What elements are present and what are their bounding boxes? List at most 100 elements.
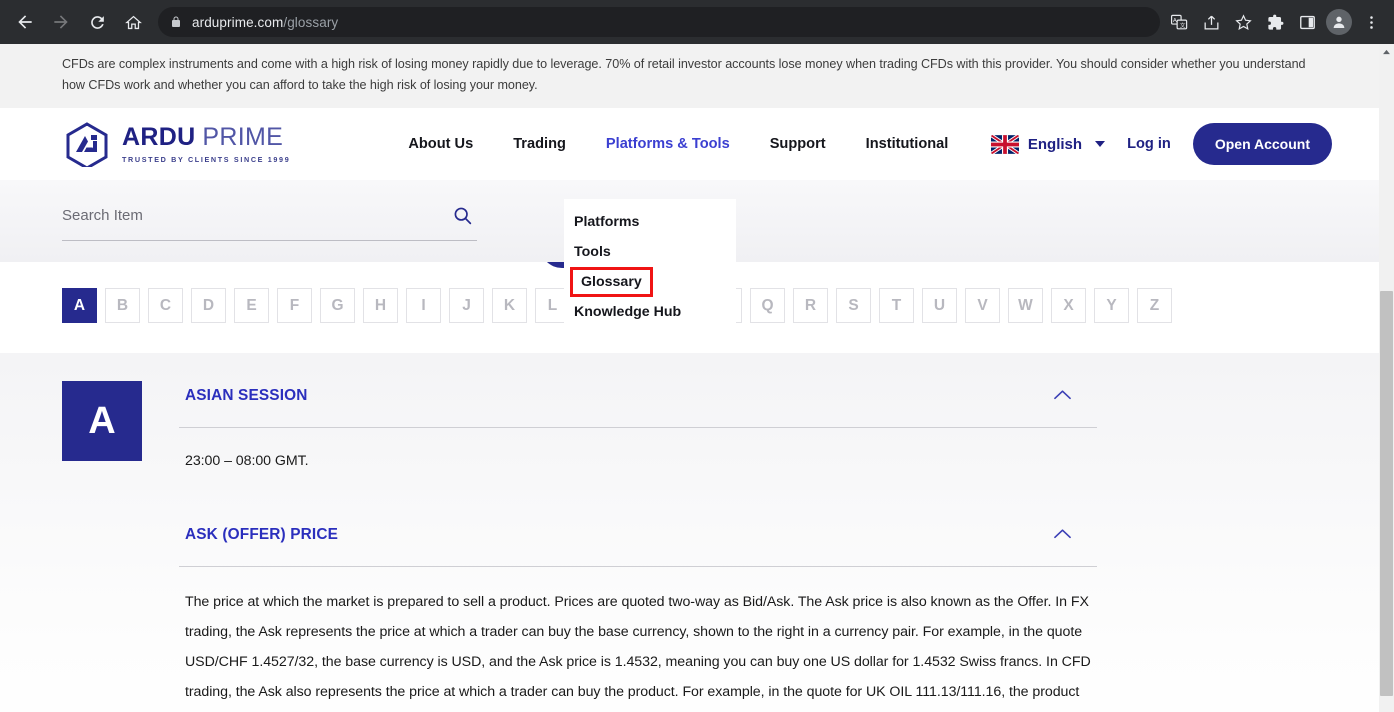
alphabet-cell-u[interactable]: U (922, 288, 957, 323)
back-arrow-icon (18, 15, 32, 29)
dropdown-item-glossary[interactable]: Glossary (570, 267, 653, 297)
home-icon (124, 15, 142, 29)
glossary-definition: 23:00 – 08:00 GMT. (185, 453, 309, 469)
alphabet-cell-y[interactable]: Y (1094, 288, 1129, 323)
dropdown-item-platforms[interactable]: Platforms (564, 207, 736, 237)
forward-arrow-icon (54, 15, 68, 29)
back-button[interactable] (8, 5, 42, 39)
dropdown-item-knowledge-hub[interactable]: Knowledge Hub (564, 297, 736, 327)
reload-icon (90, 15, 104, 29)
search-box (62, 201, 477, 241)
forward-button[interactable] (44, 5, 78, 39)
browser-actions: A 文 (1164, 7, 1386, 37)
language-label: English (1027, 135, 1083, 153)
alphabet-cell-i[interactable]: I (406, 288, 441, 323)
scrollbar-up-arrow[interactable] (1379, 44, 1394, 60)
side-panel-button[interactable] (1292, 7, 1322, 37)
nav-item-about-us[interactable]: About Us (408, 136, 473, 152)
alphabet-cell-x[interactable]: X (1051, 288, 1086, 323)
home-button[interactable] (116, 5, 150, 39)
bookmark-star-icon (1234, 13, 1252, 30)
three-dot-menu-icon (1369, 15, 1373, 29)
nav-item-support[interactable]: Support (770, 136, 826, 152)
browser-nav-buttons (8, 5, 150, 39)
login-link[interactable]: Log in (1127, 136, 1171, 152)
alphabet-cell-k[interactable]: K (492, 288, 527, 323)
translate-button[interactable]: A 文 (1164, 7, 1194, 37)
nav-item-platforms-tools[interactable]: Platforms & Tools (606, 136, 730, 152)
page-viewport: CFDs are complex instruments and come wi… (0, 44, 1394, 712)
accordion-header-asian-session[interactable]: ASIAN SESSION (179, 381, 1097, 428)
nav-item-trading[interactable]: Trading (513, 136, 566, 152)
scrollbar-thumb[interactable] (1380, 291, 1393, 696)
translate-icon: A 文 (1170, 14, 1187, 29)
header-right-actions: English Log in Open Account (990, 123, 1332, 165)
risk-disclaimer: CFDs are complex instruments and come wi… (0, 44, 1380, 108)
accordion-body-ask-offer-price: The price at which the market is prepare… (179, 567, 1097, 712)
logo-tagline: TRUSTED BY CLIENTS SINCE 1999 (122, 154, 291, 164)
glossary-term: ASIAN SESSION (185, 387, 308, 404)
scroll-up-icon (1383, 49, 1390, 55)
chevron-down-icon (1095, 141, 1106, 147)
search-magnifier-icon[interactable] (452, 205, 473, 231)
primary-navigation: About Us Trading Platforms & Tools Suppo… (408, 136, 948, 152)
page-scrollbar[interactable] (1379, 44, 1394, 712)
bookmark-button[interactable] (1228, 7, 1258, 37)
chevron-up-icon[interactable] (1054, 526, 1071, 544)
glossary-definition: The price at which the market is prepare… (185, 594, 1091, 700)
glossary-content: A ASIAN SESSION 23:00 – 08:00 GMT. ASK (… (0, 353, 1394, 712)
glossary-accordion: ASIAN SESSION 23:00 – 08:00 GMT. ASK (OF… (179, 381, 1097, 712)
profile-button[interactable] (1324, 7, 1354, 37)
alphabet-cell-s[interactable]: S (836, 288, 871, 323)
site-header: ARDU PRIME TRUSTED BY CLIENTS SINCE 1999 … (0, 108, 1394, 180)
uk-flag-icon (990, 134, 1019, 154)
alphabet-cell-d[interactable]: D (191, 288, 226, 323)
logo-name: ARDU PRIME (122, 122, 290, 151)
glossary-entry-asian-session: ASIAN SESSION 23:00 – 08:00 GMT. (179, 381, 1097, 506)
alphabet-cell-q[interactable]: Q (750, 288, 785, 323)
extensions-button[interactable] (1260, 7, 1290, 37)
search-input[interactable] (62, 207, 477, 224)
language-selector[interactable]: English (990, 134, 1106, 154)
glossary-term: ASK (OFFER) PRICE (185, 526, 339, 543)
share-icon (1204, 15, 1218, 29)
site-logo[interactable]: ARDU PRIME TRUSTED BY CLIENTS SINCE 1999 (62, 121, 290, 167)
side-panel-icon (1299, 15, 1315, 29)
accordion-body-asian-session: 23:00 – 08:00 GMT. (179, 428, 1097, 506)
alphabet-cell-h[interactable]: H (363, 288, 398, 323)
alphabet-cell-r[interactable]: R (793, 288, 828, 323)
logo-primary: ARDU (122, 122, 196, 151)
glossary-entry-ask-offer-price: ASK (OFFER) PRICE The price at which the… (179, 506, 1097, 712)
alphabet-cell-t[interactable]: T (879, 288, 914, 323)
alphabet-cell-c[interactable]: C (148, 288, 183, 323)
alphabet-cell-z[interactable]: Z (1137, 288, 1172, 323)
alphabet-cell-e[interactable]: E (234, 288, 269, 323)
logo-text-block: ARDU PRIME TRUSTED BY CLIENTS SINCE 1999 (122, 122, 291, 164)
url-domain: arduprime.com (192, 14, 284, 30)
browser-menu-button[interactable] (1356, 7, 1386, 37)
logo-secondary: PRIME (202, 122, 284, 151)
chevron-up-icon[interactable] (1054, 387, 1071, 405)
open-account-button[interactable]: Open Account (1192, 123, 1332, 165)
alphabet-cell-a[interactable]: A (62, 288, 97, 323)
alphabet-cell-j[interactable]: J (449, 288, 484, 323)
url-path: /glossary (283, 14, 339, 30)
share-button[interactable] (1196, 7, 1226, 37)
accordion-header-ask-offer-price[interactable]: ASK (OFFER) PRICE (179, 506, 1097, 567)
alphabet-cell-v[interactable]: V (965, 288, 1000, 323)
url-text: arduprime.com/glossary (192, 15, 338, 30)
dropdown-item-tools[interactable]: Tools (564, 237, 736, 267)
platforms-tools-dropdown: Platforms Tools Glossary Knowledge Hub (564, 199, 736, 343)
browser-toolbar: arduprime.com/glossary A 文 (0, 0, 1394, 44)
reload-button[interactable] (80, 5, 114, 39)
nav-item-institutional[interactable]: Institutional (866, 136, 949, 152)
alphabet-cell-f[interactable]: F (277, 288, 312, 323)
ardu-prime-logo-icon (66, 122, 108, 167)
alphabet-cell-w[interactable]: W (1008, 288, 1043, 323)
alphabet-cell-g[interactable]: G (320, 288, 355, 323)
profile-avatar-icon (1326, 9, 1352, 35)
alphabet-cell-b[interactable]: B (105, 288, 140, 323)
address-bar[interactable]: arduprime.com/glossary (158, 7, 1160, 37)
letter-badge: A (62, 381, 142, 461)
extensions-puzzle-icon (1267, 14, 1283, 30)
